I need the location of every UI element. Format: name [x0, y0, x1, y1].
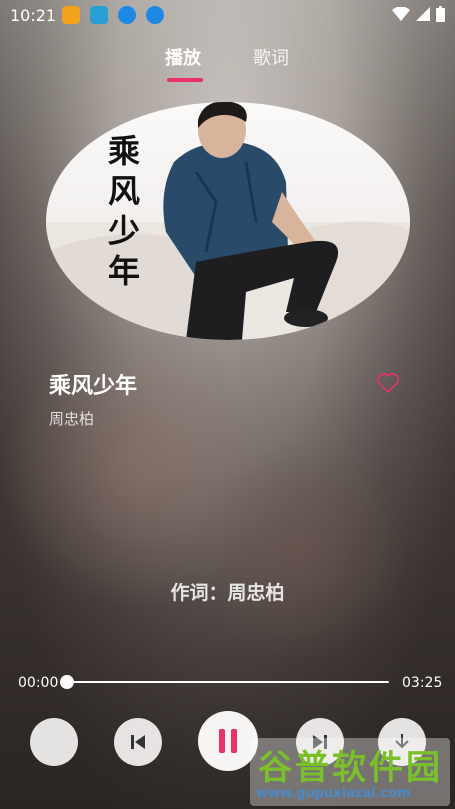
current-lyric-line: 作词：周忠柏 [170, 582, 285, 604]
cellular-icon [416, 7, 430, 21]
background-blur-shape [190, 440, 410, 660]
favorite-heart-icon[interactable] [376, 372, 400, 394]
tab-bar: 播放 歌词 [0, 44, 455, 84]
calligraphy-char: 风 [108, 172, 140, 210]
watermark: 谷普软件园 www.gupuxlazal.com [250, 738, 450, 806]
progress-thumb[interactable] [60, 675, 74, 689]
album-cover: 乘 风 少 年 [46, 102, 410, 340]
download-notification-icon [146, 6, 164, 24]
calligraphy-char: 年 [108, 252, 140, 290]
skip-previous-icon [131, 735, 145, 749]
pause-button[interactable] [198, 711, 258, 771]
download-notification-icon [118, 6, 136, 24]
status-icons [392, 6, 445, 22]
active-tab-indicator [167, 78, 203, 82]
watermark-url: www.gupuxlazal.com [256, 786, 411, 801]
app-notification-icon [62, 6, 80, 24]
battery-icon [436, 6, 445, 22]
app-notification-icon [90, 6, 108, 24]
total-duration: 03:25 [402, 675, 443, 691]
calligraphy-char: 少 [108, 212, 140, 250]
play-mode-button[interactable] [30, 718, 78, 766]
status-bar: 10:21 [0, 0, 455, 30]
elapsed-time: 00:00 [18, 675, 59, 691]
tab-lyrics[interactable]: 歌词 [253, 44, 289, 70]
tab-play[interactable]: 播放 [165, 44, 201, 70]
artist-name: 周忠柏 [49, 410, 95, 428]
calligraphy-char: 乘 [108, 132, 140, 170]
status-time: 10:21 [10, 6, 57, 25]
previous-button[interactable] [114, 718, 162, 766]
next-lyric-line [0, 640, 455, 655]
watermark-brand: 谷普软件园 [258, 748, 443, 788]
album-artwork: 乘 风 少 年 [46, 102, 410, 340]
pause-icon [219, 729, 237, 753]
progress-bar[interactable] [67, 681, 389, 683]
wifi-icon [392, 7, 410, 21]
song-title: 乘风少年 [49, 374, 138, 399]
